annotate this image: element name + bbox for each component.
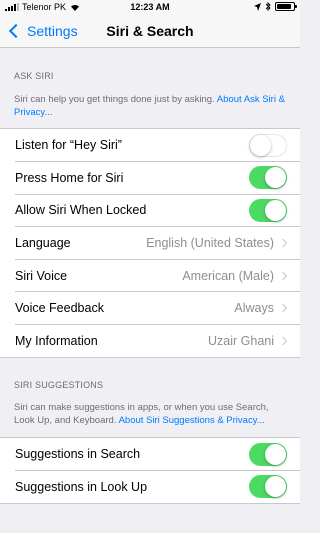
- row-value: American (Male): [182, 268, 274, 283]
- row-value: Always: [234, 301, 274, 316]
- row-label: My Information: [15, 333, 98, 348]
- row-siri-voice[interactable]: Siri Voice American (Male): [0, 259, 300, 292]
- row-label: Language: [15, 236, 71, 251]
- row-hey-siri: Listen for “Hey Siri”: [0, 129, 300, 162]
- about-siri-suggestions-link[interactable]: About Siri Suggestions & Privacy...: [119, 415, 265, 426]
- allow-locked-toggle[interactable]: [249, 198, 287, 222]
- row-press-home: Press Home for Siri: [0, 162, 300, 195]
- ask-siri-header: ASK SIRI: [14, 71, 54, 81]
- row-language[interactable]: Language English (United States): [0, 227, 300, 260]
- row-value: Uzair Ghani: [208, 333, 274, 348]
- status-right: [254, 2, 297, 11]
- row-allow-locked: Allow Siri When Locked: [0, 194, 300, 227]
- chevron-right-icon: [278, 336, 288, 346]
- suggestions-search-toggle[interactable]: [249, 442, 287, 466]
- status-bar: Telenor PK 12:23 AM: [0, 0, 300, 14]
- siri-suggestions-description: Siri can make suggestions in apps, or wh…: [14, 401, 290, 427]
- row-my-information[interactable]: My Information Uzair Ghani: [0, 325, 300, 358]
- row-label: Suggestions in Search: [15, 447, 141, 462]
- bluetooth-icon: [265, 2, 271, 11]
- row-suggestions-search: Suggestions in Search: [0, 438, 300, 471]
- ask-siri-description-text: Siri can help you get things done just b…: [14, 94, 217, 105]
- page-title: Siri & Search: [106, 23, 194, 39]
- chevron-right-icon: [278, 304, 288, 313]
- navigation-bar: Settings Siri & Search: [0, 14, 300, 48]
- row-label: Siri Voice: [15, 268, 68, 283]
- battery-icon: [275, 2, 297, 11]
- press-home-toggle[interactable]: [249, 166, 287, 190]
- ask-siri-description: Siri can help you get things done just b…: [14, 93, 290, 119]
- row-voice-feedback[interactable]: Voice Feedback Always: [0, 292, 300, 325]
- row-label: Press Home for Siri: [15, 170, 124, 185]
- row-label: Voice Feedback: [15, 301, 104, 316]
- siri-suggestions-group: Suggestions in Search Suggestions in Loo…: [0, 437, 300, 505]
- hey-siri-toggle[interactable]: [249, 133, 287, 157]
- ask-siri-group: Listen for “Hey Siri” Press Home for Sir…: [0, 128, 300, 359]
- row-value: English (United States): [146, 236, 274, 251]
- row-label: Suggestions in Look Up: [15, 479, 148, 494]
- row-label: Allow Siri When Locked: [15, 203, 147, 218]
- chevron-right-icon: [278, 238, 288, 248]
- chevron-right-icon: [278, 271, 288, 280]
- row-label: Listen for “Hey Siri”: [15, 138, 122, 153]
- siri-suggestions-header: SIRI SUGGESTIONS: [14, 380, 104, 390]
- suggestions-lookup-toggle[interactable]: [249, 475, 287, 499]
- row-suggestions-lookup: Suggestions in Look Up: [0, 471, 300, 504]
- location-icon: [254, 2, 261, 11]
